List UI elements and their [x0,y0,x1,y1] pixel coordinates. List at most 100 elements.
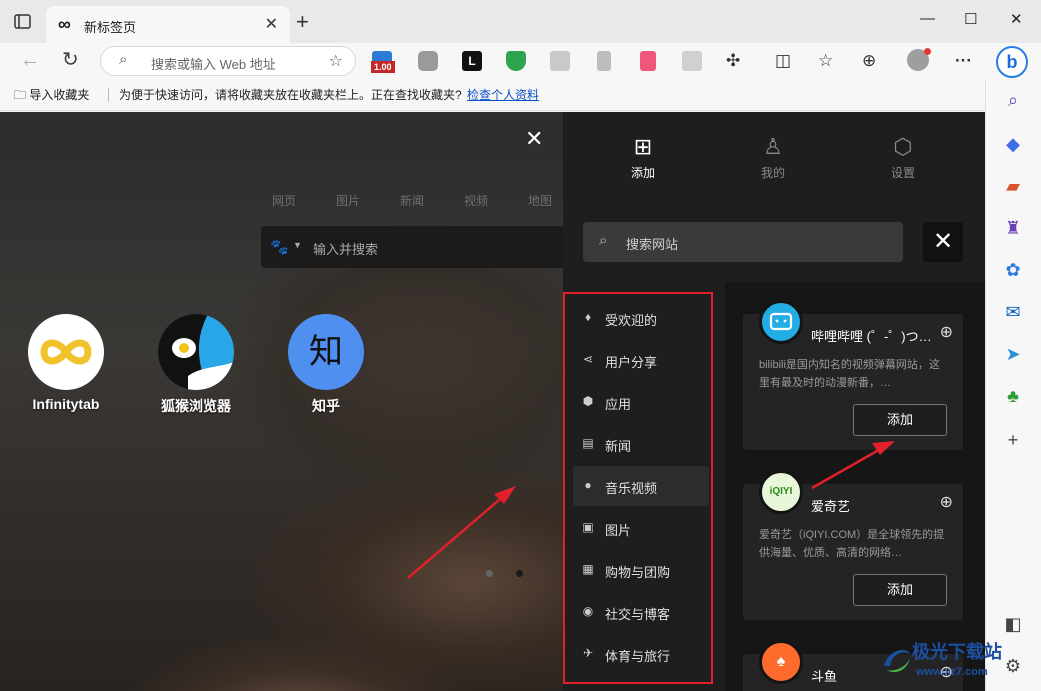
tab-actions-icon[interactable] [12,12,36,32]
category-label: 体育与旅行 [605,649,671,664]
baidu-paw-icon[interactable]: 🐾 [270,238,289,256]
browser-tab[interactable]: ∞ 新标签页 ✕ [46,6,290,43]
notification-dot [924,48,931,55]
globe-icon[interactable]: ⊕ [940,322,953,342]
add-site-button[interactable]: 添加 [853,574,947,606]
extension-download-icon[interactable] [640,51,656,71]
category-shopping[interactable]: ▦ 购物与团购 [573,550,709,590]
collections-icon[interactable]: ⊕ [862,52,876,70]
sidebar-layout-icon[interactable]: ◧ [1002,613,1024,635]
sidebar-settings-icon[interactable]: ⚙ [1002,655,1024,677]
sidebar-tools-icon[interactable]: ▰ [1002,175,1024,197]
category-label: 新闻 [605,439,632,454]
extension-l-icon[interactable]: L [462,51,482,71]
sidebar-add-icon[interactable]: + [1002,429,1024,451]
category-news[interactable]: ▤ 新闻 [573,424,709,464]
extension-image-icon[interactable] [550,51,570,71]
category-label: 图片 [605,523,632,538]
sidebar-tree-icon[interactable]: ♣ [1002,385,1024,407]
new-tab-button[interactable]: + [296,11,309,33]
panel-tab-add[interactable]: ⊞ 添加 [603,134,683,181]
chat-icon: ◉ [582,604,594,618]
sidebar-games-icon[interactable]: ♜ [1002,217,1024,239]
search-tab-web[interactable]: 网页 [272,192,296,209]
category-label: 受欢迎的 [605,313,658,328]
category-music-video[interactable]: ● 音乐视频 [573,466,709,506]
category-label: 应用 [605,397,632,412]
extensions-puzzle-icon[interactable]: ✣ [726,52,740,70]
sidebar-send-icon[interactable]: ➤ [1002,343,1024,365]
favorites-bar: 🗀 导入收藏夹 为便于快速访问，请将收藏夹放在收藏夹栏上。正在查找收藏夹? 检查… [0,79,1041,111]
panel-tab-label: 添加 [630,166,655,180]
app-infinitytab[interactable]: Infinitytab [18,314,114,412]
search-tab-video[interactable]: 视频 [464,192,488,209]
web-search-box[interactable]: 🐾 ▼ 输入并搜索 [261,226,563,268]
import-favorites-button[interactable]: 🗀 导入收藏夹 [14,86,89,107]
news-icon: ▤ [582,436,594,450]
category-images[interactable]: ▣ 图片 [573,508,709,548]
category-label: 购物与团购 [605,565,671,580]
site-description: 爱奇艺（iQIYI.COM）是全球领先的提供海量、优质、高清的网络… [759,529,945,559]
back-icon[interactable]: ← [20,49,40,71]
check-profile-link[interactable]: 检查个人资料 [467,86,539,103]
sidebar-copilot-icon[interactable]: ✿ [1002,259,1024,281]
add-favorite-icon[interactable]: ☆ [329,51,343,71]
split-screen-icon[interactable]: ◫ [775,52,791,70]
panel-tab-label: 设置 [890,166,915,180]
address-placeholder: 搜索或输入 Web 地址 [151,57,276,72]
window-close-icon[interactable]: ✕ [1010,10,1023,28]
extension-photo-icon[interactable] [682,51,702,71]
category-user-share[interactable]: ⋖ 用户分享 [573,340,709,380]
page-dot[interactable] [486,570,493,577]
sidebar-outlook-icon[interactable]: ✉ [1002,301,1024,323]
page-dot-active[interactable] [516,570,523,577]
more-menu-icon[interactable]: ··· [955,52,972,70]
category-apps[interactable]: ⬢ 应用 [573,382,709,422]
app-lemur-browser[interactable]: 狐猴浏览器 [148,314,244,416]
category-sports-travel[interactable]: ✈ 体育与旅行 [573,634,709,674]
plus-square-icon: ⊞ [633,134,653,159]
site-card-list: 哔哩哔哩 (゜-゜)つロ 干杯~ ⊕ bilibili是国内知名的视频弹幕网站，… [725,282,985,691]
engine-dropdown-icon[interactable]: ▼ [293,240,302,250]
add-site-button[interactable]: 添加 [853,404,947,436]
refresh-icon[interactable]: ↻ [62,49,79,71]
profile-avatar[interactable] [907,48,931,71]
clear-search-button[interactable]: ✕ [923,222,963,262]
favorites-divider [108,88,109,102]
search-icon: ⌕ [119,51,128,68]
iqiyi-logo: iQIYI [759,470,803,514]
favorites-hint: 为便于快速访问，请将收藏夹放在收藏夹栏上。正在查找收藏夹? [119,88,462,102]
site-search-input[interactable]: ⌕ 搜索网站 [583,222,903,262]
close-panel-icon[interactable]: ✕ [525,126,543,152]
watermark-title: 极光下载站 [912,642,1002,662]
sidebar-shopping-icon[interactable]: ◆ [1002,133,1024,155]
app-zhihu[interactable]: 知 知乎 [278,314,374,416]
folder-icon: 🗀 [14,88,27,102]
music-icon: ● [584,478,592,492]
category-popular[interactable]: ♦ 受欢迎的 [573,298,709,338]
search-icon: ⌕ [599,232,608,249]
maximize-icon[interactable]: ☐ [964,10,977,28]
address-bar[interactable]: ⌕ 搜索或输入 Web 地址 ☆ [100,46,356,76]
favorites-icon[interactable]: ☆ [818,52,833,70]
extension-badge: 1.00 [371,61,395,73]
extension-clipboard-icon[interactable] [597,51,611,71]
category-list: ♦ 受欢迎的 ⋖ 用户分享 ⬢ 应用 ▤ 新闻 ● 音乐视频 ▣ 图片 ▦ 购物与团购 ◉ 社交… [563,292,713,684]
sidebar-search-icon[interactable]: ⌕ [1002,89,1024,111]
bing-icon[interactable]: b [996,46,1028,78]
minimize-icon[interactable]: — [920,10,935,27]
search-tab-map[interactable]: 地图 [528,192,552,209]
extension-shield-icon[interactable] [506,51,526,71]
search-tab-images[interactable]: 图片 [336,192,360,209]
lemur-browser-logo [158,314,234,390]
extension-game-icon[interactable] [418,51,438,71]
site-search-placeholder: 搜索网站 [626,237,679,252]
panel-tab-settings[interactable]: ⬡ 设置 [863,134,943,181]
search-tab-news[interactable]: 新闻 [400,192,424,209]
panel-tab-mine[interactable]: ♙ 我的 [733,134,813,181]
tab-close-icon[interactable]: ✕ [265,14,278,34]
category-social[interactable]: ◉ 社交与博客 [573,592,709,632]
user-icon: ♙ [763,134,783,159]
watermark-logo [884,650,910,673]
globe-icon[interactable]: ⊕ [940,492,953,512]
